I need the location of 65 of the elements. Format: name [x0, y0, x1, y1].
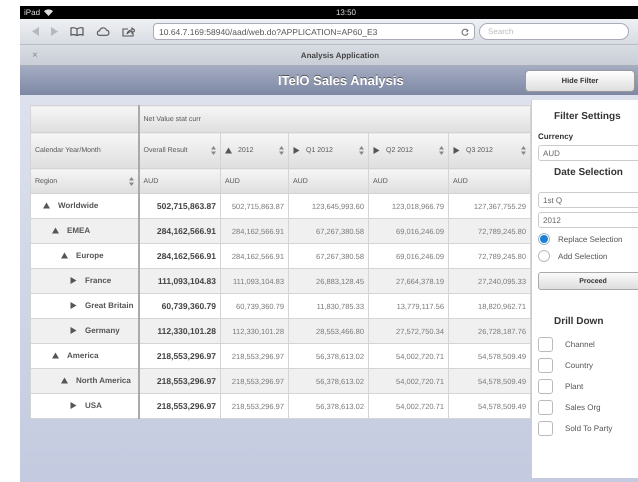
radio-button[interactable] [538, 250, 550, 262]
collapse-arrow-icon[interactable] [61, 252, 68, 259]
region-label[interactable]: Worldwide [58, 201, 98, 210]
region-label[interactable]: USA [85, 401, 102, 410]
field-label: Currency [538, 132, 574, 141]
sort-icon[interactable] [359, 146, 364, 155]
table-cell: 218,553,296.97 [138, 394, 220, 418]
expand-arrow-icon[interactable] [293, 147, 300, 154]
collapse-arrow-icon[interactable] [52, 227, 59, 234]
checkbox-label[interactable]: Channel [565, 340, 595, 349]
checkbox-label[interactable]: Country [565, 361, 594, 370]
clock: 13:50 [336, 8, 356, 17]
expand-arrow-icon[interactable] [373, 147, 380, 154]
sort-icon[interactable] [279, 146, 284, 155]
tab-title[interactable]: Analysis Application [300, 50, 380, 60]
sort-icon[interactable] [211, 146, 216, 155]
expand-arrow-icon[interactable] [453, 147, 460, 154]
region-label[interactable]: France [85, 276, 112, 285]
table-cell: 112,330,101.28 [138, 318, 220, 344]
region-label[interactable]: EMEA [67, 226, 90, 235]
checkbox[interactable] [538, 358, 553, 373]
sort-icon[interactable] [128, 176, 134, 186]
region-label[interactable]: Great Britain [85, 301, 134, 310]
collapse-arrow-icon[interactable] [225, 147, 232, 154]
section-title: Date Selection [554, 167, 624, 178]
checkbox[interactable] [538, 337, 553, 352]
checkbox-label[interactable]: Sales Org [565, 403, 601, 412]
panel-title: Filter Settings [554, 111, 622, 122]
table-cell: 284,162,566.91 [138, 218, 220, 244]
checkbox[interactable] [538, 379, 553, 394]
region-label[interactable]: North America [76, 376, 131, 385]
page-title: ITelO Sales Analysis [278, 73, 404, 88]
share-icon[interactable] [122, 26, 135, 37]
expand-arrow-icon[interactable] [70, 327, 77, 334]
cloud-icon[interactable] [96, 27, 110, 36]
region-label[interactable]: America [67, 351, 99, 360]
table-cell: 218,553,296.97 [138, 368, 220, 394]
checkbox-label[interactable]: Plant [565, 382, 584, 391]
region-label[interactable]: Europe [76, 251, 104, 260]
section-title: Drill Down [554, 316, 604, 327]
sort-icon[interactable] [439, 146, 444, 155]
checkbox[interactable] [538, 421, 553, 436]
expand-arrow-icon[interactable] [70, 277, 77, 284]
checkbox-label[interactable]: Sold To Party [565, 424, 612, 433]
region-label[interactable]: Germany [85, 326, 120, 335]
book-icon[interactable] [70, 27, 84, 36]
sort-icon[interactable] [521, 146, 526, 155]
search-field[interactable]: Search [479, 23, 629, 40]
quarter-dropdown[interactable]: 1st Q [538, 192, 638, 208]
radio-label[interactable]: Replace Selection [558, 234, 622, 244]
expand-arrow-icon[interactable] [70, 402, 77, 409]
radio-label[interactable]: Add Selection [558, 252, 608, 260]
checkbox[interactable] [538, 400, 553, 415]
carrier-label: iPad [24, 8, 40, 17]
collapse-arrow-icon[interactable] [61, 377, 68, 384]
reload-icon[interactable] [461, 28, 469, 36]
year-dropdown[interactable]: 2012 [538, 212, 638, 228]
collapse-arrow-icon[interactable] [43, 202, 50, 209]
address-field[interactable]: 10.64.7.169:58940/aad/web.do?APPLICATION=AP60_E3 [153, 23, 475, 40]
collapse-arrow-icon[interactable] [52, 352, 59, 359]
currency-dropdown[interactable]: AUD [538, 145, 638, 161]
table-cell: 111,093,104.83 [138, 268, 220, 294]
radio-button[interactable] [538, 233, 550, 245]
wifi-icon [44, 9, 54, 16]
expand-arrow-icon[interactable] [70, 302, 77, 309]
